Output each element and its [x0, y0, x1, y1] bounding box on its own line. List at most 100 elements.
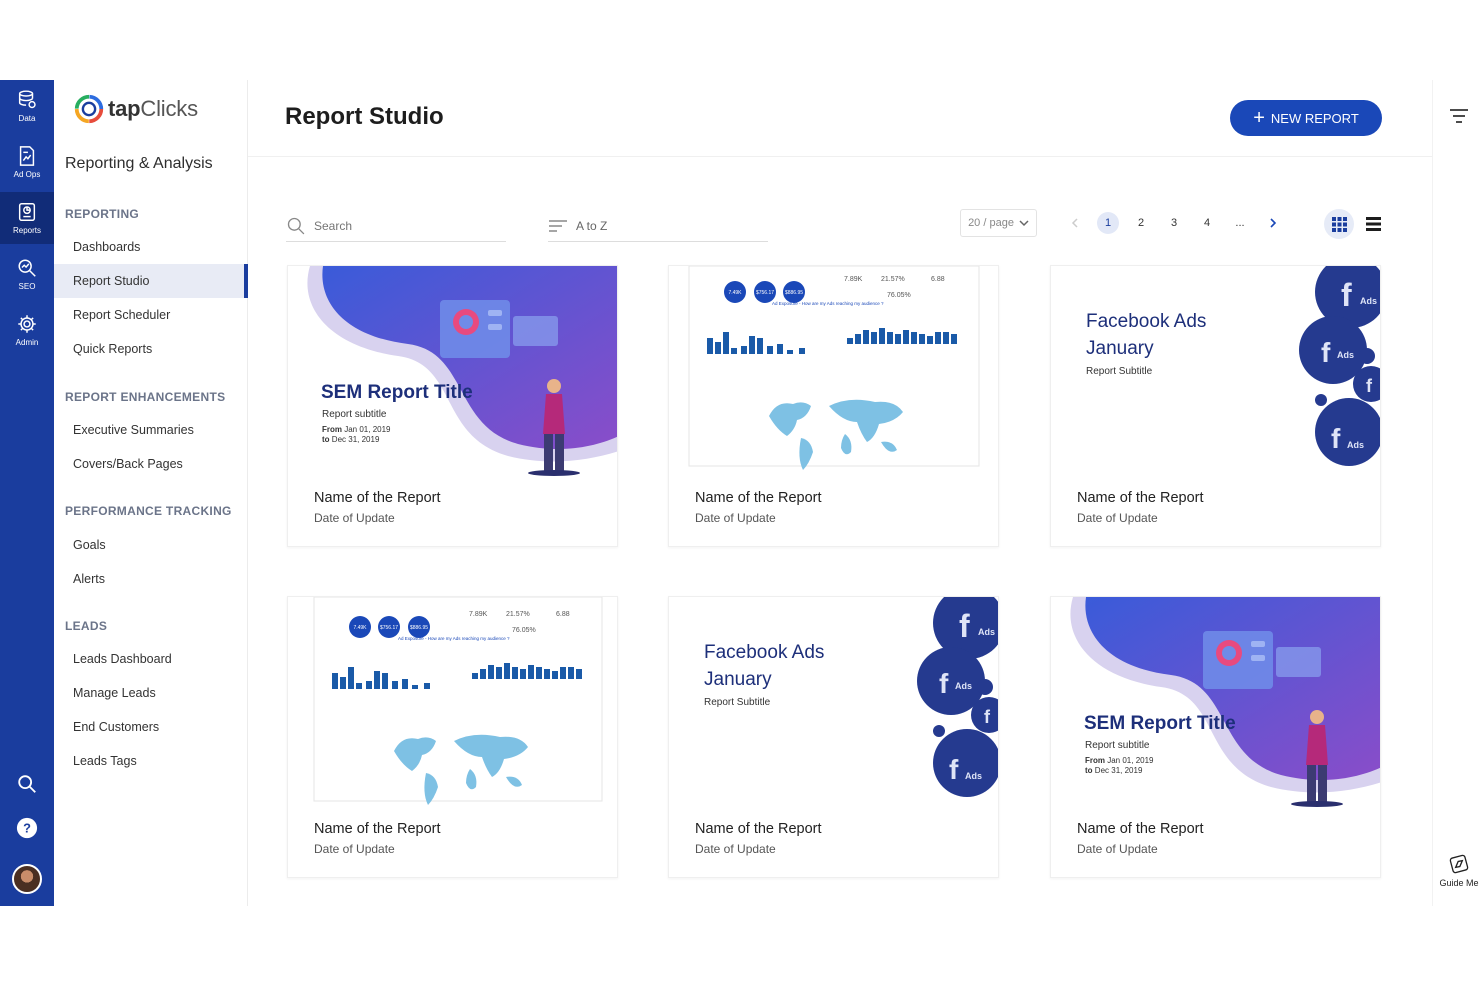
kpi-percent: 76.05%	[887, 292, 911, 299]
tapclicks-logo-icon	[74, 94, 104, 124]
sidebar-item-quick-reports[interactable]: Quick Reports	[54, 332, 248, 366]
pagination-page-4[interactable]: 4	[1196, 212, 1218, 234]
card-date: Date of Update	[1077, 842, 1158, 856]
new-report-button[interactable]: + NEW REPORT	[1230, 100, 1382, 136]
thumb-date-range: From Jan 01, 2019 to Dec 31, 2019	[1085, 756, 1154, 775]
grid-view-button[interactable]	[1324, 209, 1354, 239]
seo-icon	[18, 259, 36, 277]
group-heading-report-enhancements: REPORT ENHANCEMENTS	[65, 390, 226, 404]
filter-icon[interactable]	[1449, 108, 1469, 124]
sidebar-section-title: Reporting & Analysis	[65, 155, 213, 172]
rail-help-button[interactable]: ?	[0, 816, 54, 840]
group-heading-performance-tracking: PERFORMANCE TRACKING	[65, 504, 232, 518]
chart-caption: Ad Exposure - How are my Ads reaching my…	[398, 636, 510, 641]
facebook-f-icon: f	[939, 668, 949, 699]
pagination-page-3[interactable]: 3	[1163, 212, 1185, 234]
report-card[interactable]: f f f f Ads Ads Ads Facebook Ads January…	[1050, 265, 1381, 547]
document-chart-icon	[19, 146, 35, 166]
list-icon	[1365, 217, 1381, 231]
rail-item-admin[interactable]: Admin	[0, 304, 54, 356]
sidebar-item-report-studio[interactable]: Report Studio	[54, 264, 248, 298]
kpi-value-3: 6.88	[556, 611, 570, 618]
report-card[interactable]: SEM Report Title Report subtitle From Ja…	[1050, 596, 1381, 878]
report-thumbnail-sem: SEM Report Title Report subtitle From Ja…	[288, 266, 617, 477]
sidebar-item-leads-dashboard[interactable]: Leads Dashboard	[54, 642, 248, 676]
new-report-label: NEW REPORT	[1270, 110, 1359, 126]
sidebar-item-dashboards[interactable]: Dashboards	[54, 230, 248, 264]
sort-dropdown[interactable]: A to Z	[548, 210, 768, 242]
thumb-title: Facebook Ads January	[1086, 311, 1207, 359]
main-content: Report Studio + NEW REPORT A to Z 20 / p…	[248, 80, 1432, 906]
rail-item-data[interactable]: Data	[0, 80, 54, 132]
sidebar-item-leads-tags[interactable]: Leads Tags	[54, 744, 248, 778]
sort-label: A to Z	[576, 218, 608, 233]
kpi-percent: 76.05%	[512, 627, 536, 634]
pagination-page-1[interactable]: 1	[1097, 212, 1119, 234]
facebook-f-icon: f	[959, 608, 970, 644]
group-heading-leads: LEADS	[65, 619, 108, 633]
pagination-prev-button[interactable]	[1064, 212, 1086, 234]
guide-me-button[interactable]: Guide Me	[1437, 854, 1480, 888]
rail-label: Admin	[15, 338, 39, 347]
sidebar-item-alerts[interactable]: Alerts	[54, 562, 248, 596]
thumb-title: Facebook Ads January	[704, 642, 825, 690]
card-name: Name of the Report	[695, 490, 822, 506]
kpi-bubble-2: $756.17	[756, 290, 774, 296]
report-card[interactable]: 7.49K $756.17 $886.95 7.89K 21.57% 6.88 …	[287, 596, 618, 878]
brand-logo[interactable]: tapClicks	[72, 92, 198, 126]
database-icon	[18, 90, 36, 109]
rail-item-ad-ops[interactable]: Ad Ops	[0, 136, 54, 188]
report-thumbnail-dashboard: 7.49K $756.17 $886.95 7.89K 21.57% 6.88 …	[288, 597, 617, 808]
report-card[interactable]: 7.49K $756.17 $886.95 7.89K 21.57% 6.88 …	[668, 265, 999, 547]
card-date: Date of Update	[1077, 511, 1158, 525]
report-icon	[18, 203, 36, 221]
page-title: Report Studio	[285, 103, 444, 130]
kpi-value-1: 7.89K	[469, 611, 488, 618]
kpi-value-3: 6.88	[931, 276, 945, 283]
sidebar-item-goals[interactable]: Goals	[54, 528, 248, 562]
card-name: Name of the Report	[314, 490, 441, 506]
search-input[interactable]	[314, 218, 494, 233]
kpi-value-2: 21.57%	[881, 276, 905, 283]
sidebar-item-executive-summaries[interactable]: Executive Summaries	[54, 413, 248, 447]
kpi-bubble-3: $886.95	[410, 625, 428, 631]
per-page-select[interactable]: 20 / page	[960, 209, 1037, 237]
svg-text:?: ?	[23, 821, 31, 836]
ads-badge: Ads	[1337, 350, 1355, 360]
compass-icon	[1449, 854, 1469, 874]
sidebar-item-covers-back-pages[interactable]: Covers/Back Pages	[54, 447, 248, 481]
sidebar: tapClicks Reporting & Analysis REPORTING…	[54, 80, 248, 906]
list-view-button[interactable]	[1359, 209, 1387, 239]
avatar	[12, 864, 42, 894]
thumb-subtitle: Report subtitle	[1085, 740, 1150, 751]
brand-name: tapClicks	[108, 96, 198, 121]
card-date: Date of Update	[314, 511, 395, 525]
sidebar-item-manage-leads[interactable]: Manage Leads	[54, 676, 248, 710]
thumb-title: SEM Report Title	[321, 382, 473, 403]
ads-badge: Ads	[1360, 296, 1378, 306]
sidebar-item-report-scheduler[interactable]: Report Scheduler	[54, 298, 248, 332]
report-card[interactable]: f f f f Ads Ads Ads Facebook Ads January…	[668, 596, 999, 878]
pagination-page-2[interactable]: 2	[1130, 212, 1152, 234]
report-card[interactable]: SEM Report Title Report subtitle From Ja…	[287, 265, 618, 547]
rail-item-reports[interactable]: Reports	[0, 192, 54, 244]
rail-search-button[interactable]	[0, 770, 54, 798]
card-name: Name of the Report	[1077, 490, 1204, 506]
rail-label: Reports	[12, 226, 41, 235]
card-date: Date of Update	[695, 842, 776, 856]
pagination-next-button[interactable]	[1262, 212, 1284, 234]
chevron-left-icon	[1071, 218, 1078, 228]
rail-item-seo[interactable]: SEO	[0, 248, 54, 300]
kpi-bubble-2: $756.17	[380, 625, 398, 631]
sidebar-item-end-customers[interactable]: End Customers	[54, 710, 248, 744]
dashboard-preview-illustration: 7.49K $756.17 $886.95 7.89K 21.57% 6.88 …	[288, 597, 617, 808]
card-date: Date of Update	[695, 511, 776, 525]
ads-badge: Ads	[1347, 440, 1365, 450]
plus-icon: +	[1253, 107, 1265, 129]
per-page-value: 20 / page	[968, 217, 1014, 229]
user-avatar-button[interactable]	[0, 862, 54, 896]
facebook-f-icon: f	[984, 707, 991, 727]
search-icon	[287, 217, 305, 234]
pagination-ellipsis[interactable]: ...	[1229, 212, 1251, 234]
thumb-subtitle: Report Subtitle	[1086, 366, 1153, 377]
